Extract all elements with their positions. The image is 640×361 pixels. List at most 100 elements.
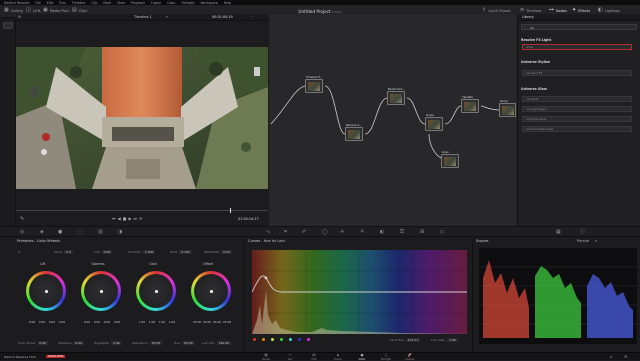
sizing-icon[interactable]: ⊞	[420, 229, 424, 235]
magenta-dot-icon[interactable]	[307, 337, 310, 341]
node-03[interactable]: Boost Cont...	[387, 88, 405, 105]
motion-effects-icon[interactable]: ◑	[118, 229, 122, 235]
orange-dot-icon[interactable]	[262, 337, 265, 341]
blue-dot-icon[interactable]	[298, 337, 301, 341]
pivot-field[interactable]: Pivot 0.435	[170, 250, 192, 254]
lightbox-button[interactable]: ◧ Lightbox	[598, 8, 620, 13]
red-dot-icon[interactable]	[253, 337, 256, 341]
node-07[interactable]: Sharp	[499, 100, 516, 117]
hue-vs-lum-graph[interactable]	[252, 250, 467, 334]
menu-mark[interactable]: Mark	[103, 1, 111, 5]
input-hue-field[interactable]: Input Hue 273.17	[389, 338, 421, 342]
pen-icon[interactable]: ✎	[20, 216, 24, 222]
tracker-icon[interactable]: ✛	[340, 229, 344, 235]
effect-uni-light-rays[interactable]: uni.Light Rays	[522, 106, 632, 112]
library-tab[interactable]: Library	[522, 15, 534, 19]
tint-field[interactable]: Tint 0.00	[94, 250, 113, 254]
scopes-icon[interactable]: ▦	[556, 229, 561, 235]
gamma-wheel[interactable]	[81, 271, 121, 311]
timeline-name[interactable]: Timeline 1	[134, 15, 152, 19]
node-02[interactable]: Remove S...	[345, 124, 363, 141]
highlights-field[interactable]: Highlights 0.00	[94, 341, 122, 345]
viewer-image[interactable]	[16, 47, 268, 189]
contrast-field[interactable]: Contrast 1.000	[128, 250, 156, 254]
qualifier-icon[interactable]: ✐	[302, 229, 306, 235]
wheels-icon[interactable]: ◎	[20, 229, 24, 235]
library-search[interactable]: ⌕ glo	[521, 24, 637, 30]
curve-control-point[interactable]	[264, 276, 268, 280]
node-04[interactable]: Scope	[425, 114, 443, 131]
gallery-still[interactable]	[3, 22, 13, 29]
hdr-icon[interactable]: ◌	[78, 229, 82, 235]
gamma-values[interactable]: 0.00 0.00 0.00 0.00	[83, 320, 121, 324]
info-icon[interactable]: ⓘ	[580, 229, 585, 235]
node-06[interactable]: Vignette	[461, 96, 479, 113]
menu-timeline[interactable]: Timeline	[72, 1, 86, 5]
primaries-icon[interactable]: ●	[58, 229, 62, 235]
gain-values[interactable]: 1.00 1.00 1.00 1.00	[138, 320, 176, 324]
timeline-button[interactable]: ≡ Timeline	[520, 8, 541, 13]
node-05[interactable]: Grain	[441, 151, 459, 168]
lift-handle[interactable]	[45, 290, 48, 293]
curves-icon[interactable]: ∿	[266, 229, 270, 235]
effect-uni-glow[interactable]: uni.Glow	[522, 96, 632, 102]
dropdown-icon[interactable]: ▾	[166, 15, 168, 19]
magic-mask-icon[interactable]: ⚘	[360, 229, 364, 235]
effect-uni-edge-glow[interactable]: uni.Edge Glow	[522, 116, 632, 122]
lift-values[interactable]: 0.00 0.00 0.00 0.00	[28, 320, 66, 324]
search-input[interactable]: glo	[530, 26, 534, 30]
warper-icon[interactable]: ⌗	[284, 229, 287, 235]
menu-color[interactable]: Color	[167, 1, 175, 5]
gain-handle[interactable]	[155, 290, 158, 293]
rgb-mixer-icon[interactable]: ▥	[98, 229, 103, 235]
mid-detail-field[interactable]: Mid/Detail 0.00	[204, 250, 232, 254]
offset-values[interactable]: 25.00 25.00 25.00 25.00	[193, 320, 231, 324]
node-editor[interactable]: Timeline Tr... Remove S... Boost Cont...…	[269, 14, 517, 236]
blur-icon[interactable]: ◐	[380, 229, 384, 235]
effect-uni-chromatic-glow[interactable]: uni.Chromatic Glow	[522, 126, 632, 132]
section-resolve-fx-light[interactable]: Resolve FX Light	[521, 38, 551, 42]
menu-help[interactable]: Help	[224, 1, 231, 5]
picker-icon[interactable]: ✎	[18, 250, 21, 254]
viewer-zoom[interactable]: fit	[18, 15, 21, 19]
gear-icon[interactable]: ⚙	[624, 354, 628, 359]
temp-field[interactable]: Temp 0.0	[54, 250, 73, 254]
viewer-options-icon[interactable]: ⋯	[250, 15, 253, 19]
section-universe-glow[interactable]: Universe Glow	[521, 87, 547, 91]
window-icon[interactable]: ◯	[322, 229, 328, 235]
offset-wheel[interactable]	[191, 271, 231, 311]
raw-icon[interactable]: ◈	[40, 229, 44, 235]
gamma-handle[interactable]	[100, 290, 103, 293]
gain-wheel[interactable]	[136, 271, 176, 311]
yellow-dot-icon[interactable]	[271, 337, 274, 341]
node-01[interactable]: Timeline Tr...	[305, 76, 323, 93]
menu-workspace[interactable]: Workspace	[200, 1, 217, 5]
menu-app[interactable]: DaVinci Resolve	[4, 1, 29, 5]
saturation-field[interactable]: Saturation 50.00	[132, 341, 163, 345]
section-universe-stylize[interactable]: Universe Stylize	[521, 60, 550, 64]
hue-field[interactable]: Hue 50.00	[174, 341, 195, 345]
shadows-field[interactable]: Shadows 0.00	[58, 341, 85, 345]
lum-gain-field[interactable]: Lum Gain 1.00	[431, 338, 458, 342]
menu-trim[interactable]: Trim	[59, 1, 66, 5]
green-dot-icon[interactable]	[280, 337, 283, 341]
color-boost-field[interactable]: Color Boost 0.00	[18, 341, 48, 345]
key-icon[interactable]: ⚿	[400, 229, 404, 235]
3d-icon[interactable]: ◇	[440, 229, 444, 235]
menu-view[interactable]: View	[117, 1, 125, 5]
lum-mix-field[interactable]: Lum Mix 100.00	[202, 341, 232, 345]
effect-glow[interactable]: Glow	[522, 44, 632, 50]
offset-handle[interactable]	[210, 290, 213, 293]
quick-export-button[interactable]: ⇪ Quick Export	[482, 8, 511, 13]
playback-controls[interactable]: ⏮◀■▶⏭⟳	[112, 216, 144, 221]
cyan-dot-icon[interactable]	[289, 337, 292, 341]
menu-fusion[interactable]: Fusion	[151, 1, 161, 5]
menu-edit[interactable]: Edit	[47, 1, 53, 5]
scope-mode-select[interactable]: Parade	[577, 239, 589, 243]
menu-fairlight[interactable]: Fairlight	[182, 1, 195, 5]
menu-clip[interactable]: Clip	[91, 1, 97, 5]
effect-uni-glint[interactable]: uni.Glint FX	[522, 70, 632, 76]
playhead[interactable]	[230, 208, 231, 213]
nodes-button[interactable]: ⊶ Nodes	[549, 8, 567, 13]
effects-button[interactable]: ✦ Effects	[572, 8, 590, 13]
